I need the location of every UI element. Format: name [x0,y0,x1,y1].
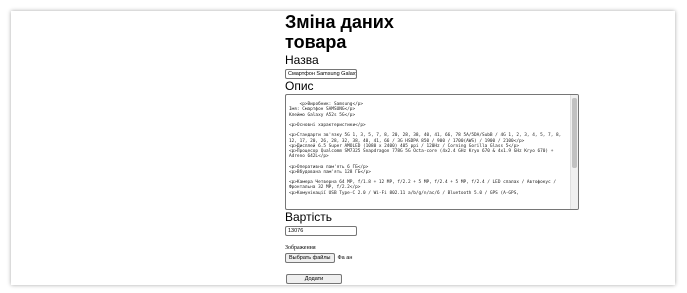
description-text: <p>Виробник: Samsung</p> Імя: Смартфон S… [289,102,562,196]
submit-button[interactable]: Додати [286,274,342,284]
page-title: Зміна даних товара [285,12,394,52]
scrollbar-thumb[interactable] [572,98,577,168]
name-input[interactable]: Смартфон Samsung Galaxy [285,69,357,79]
price-input[interactable]: 13076 [285,226,357,236]
file-status: Фа ан [337,255,353,261]
choose-files-button[interactable]: Выбрать файлы [285,253,335,263]
image-label: Зображення [285,245,316,251]
file-input[interactable]: Выбрать файлы Фа ан [285,253,585,263]
edit-product-form: Зміна даних товара Назва Смартфон Samsun… [285,12,585,285]
description-textarea[interactable]: <p>Виробник: Samsung</p> Імя: Смартфон S… [285,94,579,210]
price-label: Вартість [285,210,332,224]
description-scrollbar[interactable] [570,95,578,209]
description-label: Опис [285,79,314,93]
name-label: Назва [285,53,319,67]
